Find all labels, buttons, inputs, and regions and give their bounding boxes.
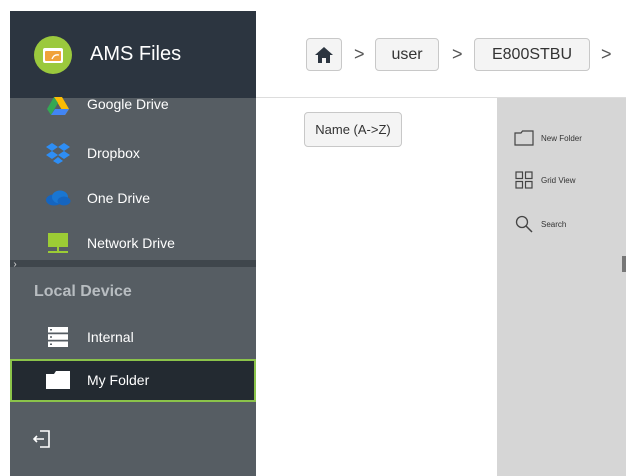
sidebar-item-label: One Drive bbox=[87, 190, 151, 206]
sidebar-item-label: Internal bbox=[87, 329, 134, 345]
scroll-handle[interactable] bbox=[622, 256, 626, 272]
file-list-area: Name (A->Z) bbox=[256, 98, 497, 476]
sidebar-item-network-drive[interactable]: Network Drive bbox=[10, 225, 256, 261]
dropbox-icon bbox=[45, 141, 71, 165]
search-button[interactable]: Search bbox=[513, 212, 566, 236]
action-label: Grid View bbox=[541, 175, 576, 185]
ams-folder-logo-icon bbox=[34, 35, 72, 74]
section-title-local-device: Local Device bbox=[34, 283, 132, 300]
sort-button[interactable]: Name (A->Z) bbox=[304, 112, 402, 147]
sidebar-item-dropbox[interactable]: Dropbox bbox=[10, 135, 256, 171]
sidebar-item-internal[interactable]: Internal bbox=[10, 319, 256, 355]
exit-icon[interactable] bbox=[32, 429, 52, 455]
breadcrumb-separator: > bbox=[452, 44, 463, 64]
action-label: Search bbox=[541, 219, 567, 229]
sidebar-item-label: Google Drive bbox=[87, 96, 169, 112]
sidebar-item-google-drive[interactable]: Google Drive bbox=[10, 96, 256, 134]
breadcrumb: > user > E800STBU > bbox=[256, 11, 626, 98]
grid-view-button[interactable]: Grid View bbox=[513, 168, 576, 192]
folder-icon bbox=[45, 368, 71, 392]
breadcrumb-separator: > bbox=[601, 44, 612, 64]
home-icon[interactable] bbox=[306, 38, 342, 71]
google-drive-icon bbox=[45, 94, 71, 118]
sidebar: AMS Files Google Drive Dropbox One Drive… bbox=[10, 11, 256, 476]
app-title: AMS Files bbox=[90, 43, 182, 65]
search-icon bbox=[513, 213, 535, 235]
new-folder-button[interactable]: New Folder bbox=[513, 126, 582, 150]
network-drive-icon bbox=[45, 231, 71, 255]
sidebar-divider bbox=[10, 260, 256, 267]
chevron-right-icon[interactable]: › bbox=[10, 259, 20, 271]
breadcrumb-item-e800stbu[interactable]: E800STBU bbox=[474, 38, 590, 71]
storage-icon bbox=[45, 325, 71, 349]
app-header: AMS Files bbox=[10, 11, 256, 98]
action-panel: New Folder Grid View Search bbox=[497, 98, 626, 476]
breadcrumb-item-user[interactable]: user bbox=[375, 38, 439, 71]
sidebar-item-my-folder[interactable]: My Folder bbox=[10, 359, 256, 402]
sidebar-item-one-drive[interactable]: One Drive bbox=[10, 180, 256, 216]
sidebar-item-label: Network Drive bbox=[87, 235, 175, 251]
onedrive-icon bbox=[45, 186, 71, 210]
grid-view-icon bbox=[513, 169, 535, 191]
sidebar-item-label: Dropbox bbox=[87, 145, 140, 161]
new-folder-icon bbox=[513, 127, 535, 149]
sidebar-item-label: My Folder bbox=[87, 372, 150, 388]
action-label: New Folder bbox=[541, 133, 582, 143]
breadcrumb-separator: > bbox=[354, 44, 365, 64]
